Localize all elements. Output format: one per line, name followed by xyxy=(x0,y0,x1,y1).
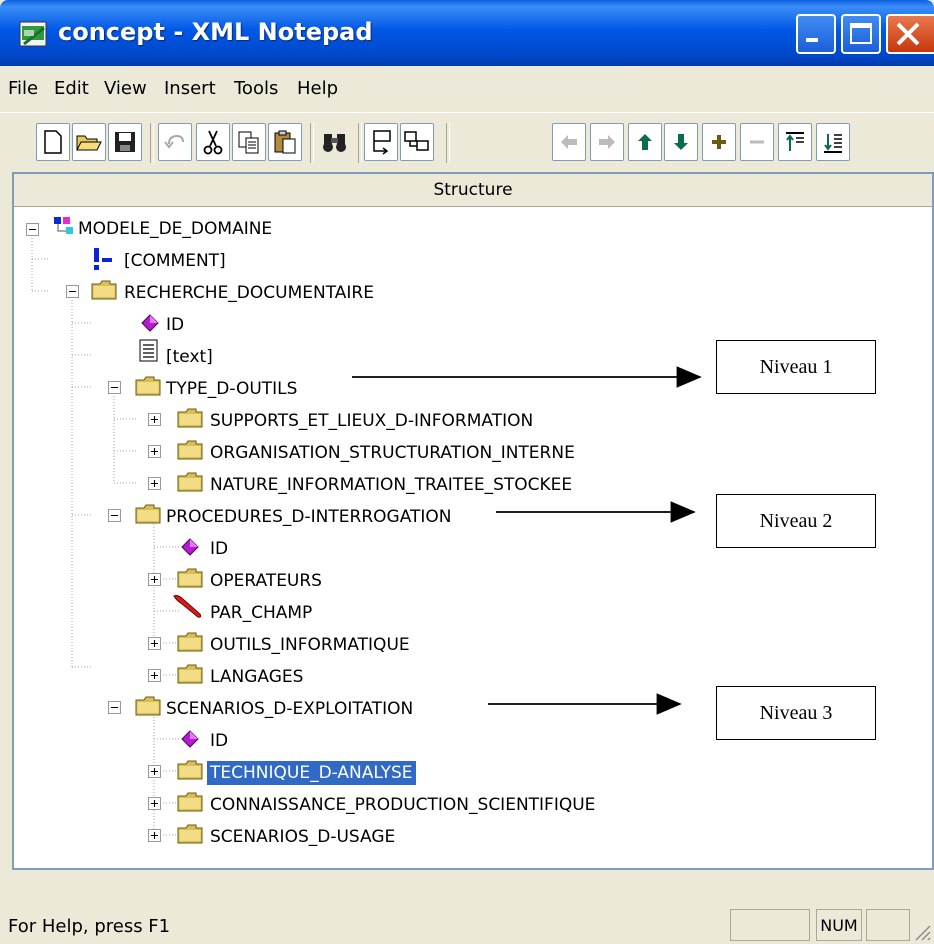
status-panel xyxy=(730,909,810,941)
app-window: concept - XML Notepad File Edit View Ins… xyxy=(0,0,934,944)
annotation-niveau-2: Niveau 2 xyxy=(716,494,876,548)
annotation-niveau-1: Niveau 1 xyxy=(716,340,876,394)
status-bar: For Help, press F1 NUM xyxy=(0,904,934,944)
num-lock-indicator: NUM xyxy=(816,909,862,941)
annotation-arrows xyxy=(352,366,702,715)
resize-grip-icon[interactable] xyxy=(912,922,932,942)
status-help-text: For Help, press F1 xyxy=(8,916,171,937)
annotation-niveau-3: Niveau 3 xyxy=(716,686,876,740)
status-panel xyxy=(866,909,910,941)
